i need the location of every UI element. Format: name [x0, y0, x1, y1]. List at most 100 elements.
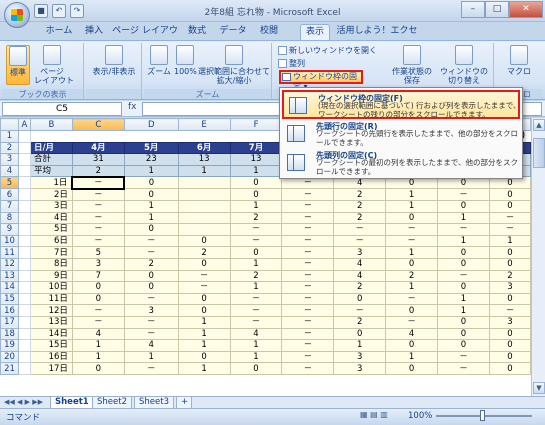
row-header[interactable]: 17 [0, 315, 19, 329]
cell[interactable]: 3 [333, 350, 387, 364]
cell[interactable]: 0 [123, 281, 179, 294]
cell[interactable]: 0 [123, 188, 179, 201]
cell[interactable]: 1 [385, 350, 439, 364]
cell[interactable]: 2日 [29, 188, 73, 201]
cell[interactable] [17, 141, 31, 155]
cell[interactable] [17, 362, 31, 375]
menu-item-freeze-top-row[interactable]: 先頭行の固定(R) ワークシートの先頭行を表示したままで、他の部分をスクロールで… [282, 120, 520, 149]
cell[interactable]: 1 [71, 339, 125, 352]
cell[interactable]: 9日 [29, 269, 73, 283]
cell[interactable]: 2 [385, 269, 439, 283]
cell[interactable]: 1 [177, 362, 231, 375]
cell[interactable]: 2 [229, 269, 283, 283]
cell[interactable]: 6日 [29, 234, 73, 248]
cell[interactable]: 23 [123, 153, 179, 166]
menu-item-freeze-first-col[interactable]: 先頭列の固定(C) ワークシートの最初の列を表示したままで、他の部分をスクロール… [282, 149, 520, 178]
cell[interactable]: 13 [177, 153, 231, 166]
cell[interactable]: 1 [333, 339, 387, 352]
cell[interactable]: 1 [177, 327, 231, 341]
scroll-down-icon[interactable]: ▼ [533, 382, 545, 394]
cell[interactable]: 3 [488, 281, 531, 294]
column-header[interactable]: D [123, 118, 179, 131]
cell[interactable]: 16日 [29, 350, 73, 364]
arrange-button[interactable]: 整列 [278, 58, 305, 70]
switch-window-button[interactable]: ウィンドウの 切り替え [438, 45, 490, 85]
cell[interactable]: 0 [488, 327, 531, 341]
cell[interactable]: 3 [71, 257, 125, 271]
cell[interactable]: 1 [385, 281, 439, 294]
cell[interactable]: 12日 [29, 304, 73, 317]
cell[interactable] [17, 176, 31, 190]
new-window-button[interactable]: 新しいウィンドウを開く [278, 45, 377, 57]
cell[interactable]: 13 [229, 153, 283, 166]
cell[interactable]: 0 [71, 281, 125, 294]
cell[interactable] [17, 234, 31, 248]
cell[interactable]: － [281, 339, 335, 352]
cell[interactable]: － [385, 223, 439, 236]
name-box[interactable]: C5 [2, 102, 122, 116]
cell[interactable]: － [281, 269, 335, 283]
cell[interactable]: 15日 [29, 339, 73, 352]
cell[interactable]: 平均 [29, 164, 73, 178]
column-header[interactable]: E [177, 118, 231, 131]
maximize-button[interactable]: □ [485, 1, 509, 18]
cell[interactable]: － [123, 234, 179, 248]
cell[interactable]: － [488, 223, 531, 236]
cell[interactable]: 0 [488, 199, 531, 213]
tab-home[interactable]: ホーム [42, 24, 76, 40]
cell[interactable]: 1 [437, 211, 490, 225]
tab-view[interactable]: 表示 [300, 24, 330, 40]
cell[interactable]: － [281, 257, 335, 271]
cell[interactable]: 1 [229, 350, 283, 364]
cell[interactable]: － [281, 211, 335, 225]
cell[interactable]: 4 [71, 327, 125, 341]
cell[interactable]: 0 [385, 257, 439, 271]
cell[interactable]: 1 [229, 339, 283, 352]
cell[interactable]: 0 [488, 339, 531, 352]
cell[interactable]: － [123, 246, 179, 259]
cell[interactable]: － [437, 362, 490, 375]
cell[interactable]: － [71, 199, 125, 213]
row-header[interactable]: 12 [0, 257, 19, 271]
cell[interactable]: 1 [437, 292, 490, 306]
cell[interactable]: 1 [229, 199, 283, 213]
row-header[interactable]: 15 [0, 292, 19, 306]
cell[interactable] [17, 246, 31, 259]
cell[interactable]: 合計 [29, 153, 73, 166]
page-layout-view-button[interactable]: ページ レイアウト [34, 45, 74, 85]
cell[interactable] [17, 223, 31, 236]
row-header[interactable]: 10 [0, 234, 19, 248]
cell[interactable]: － [71, 175, 126, 190]
cell[interactable]: 13日 [29, 315, 73, 329]
cell[interactable]: － [229, 234, 283, 248]
row-header[interactable]: 4 [0, 164, 19, 178]
cell[interactable]: 1 [123, 350, 179, 364]
cell[interactable] [177, 211, 231, 225]
cell[interactable]: － [71, 304, 125, 317]
cell[interactable]: 2 [333, 315, 387, 329]
cell[interactable]: － [71, 223, 125, 236]
cell[interactable]: 1 [123, 164, 179, 178]
cell[interactable]: 0 [488, 292, 531, 306]
cell[interactable]: 3日 [29, 199, 73, 213]
row-header[interactable]: 16 [0, 304, 19, 317]
row-header[interactable]: 8 [0, 211, 19, 225]
cell[interactable] [17, 257, 31, 271]
zoom-100-button[interactable]: 100% [174, 45, 197, 85]
cell[interactable]: － [333, 234, 387, 248]
macro-button[interactable]: マクロ [500, 45, 538, 85]
sheet-nav-icons[interactable]: ◀◀ ◀ ▶ ▶▶ [4, 398, 43, 406]
cell[interactable] [17, 339, 31, 352]
cell[interactable]: 1 [385, 199, 439, 213]
cell[interactable]: 1 [123, 211, 179, 225]
cell[interactable]: 5日 [29, 223, 73, 236]
cell[interactable]: 4 [333, 269, 387, 283]
cell[interactable] [17, 350, 31, 364]
row-header[interactable]: 18 [0, 327, 19, 341]
cell[interactable]: 2 [123, 257, 179, 271]
cell[interactable]: 7月 [229, 141, 283, 155]
cell[interactable]: 0 [437, 327, 490, 341]
cell[interactable] [17, 211, 31, 225]
cell[interactable]: 1 [229, 257, 283, 271]
cell[interactable]: 0 [71, 362, 125, 375]
